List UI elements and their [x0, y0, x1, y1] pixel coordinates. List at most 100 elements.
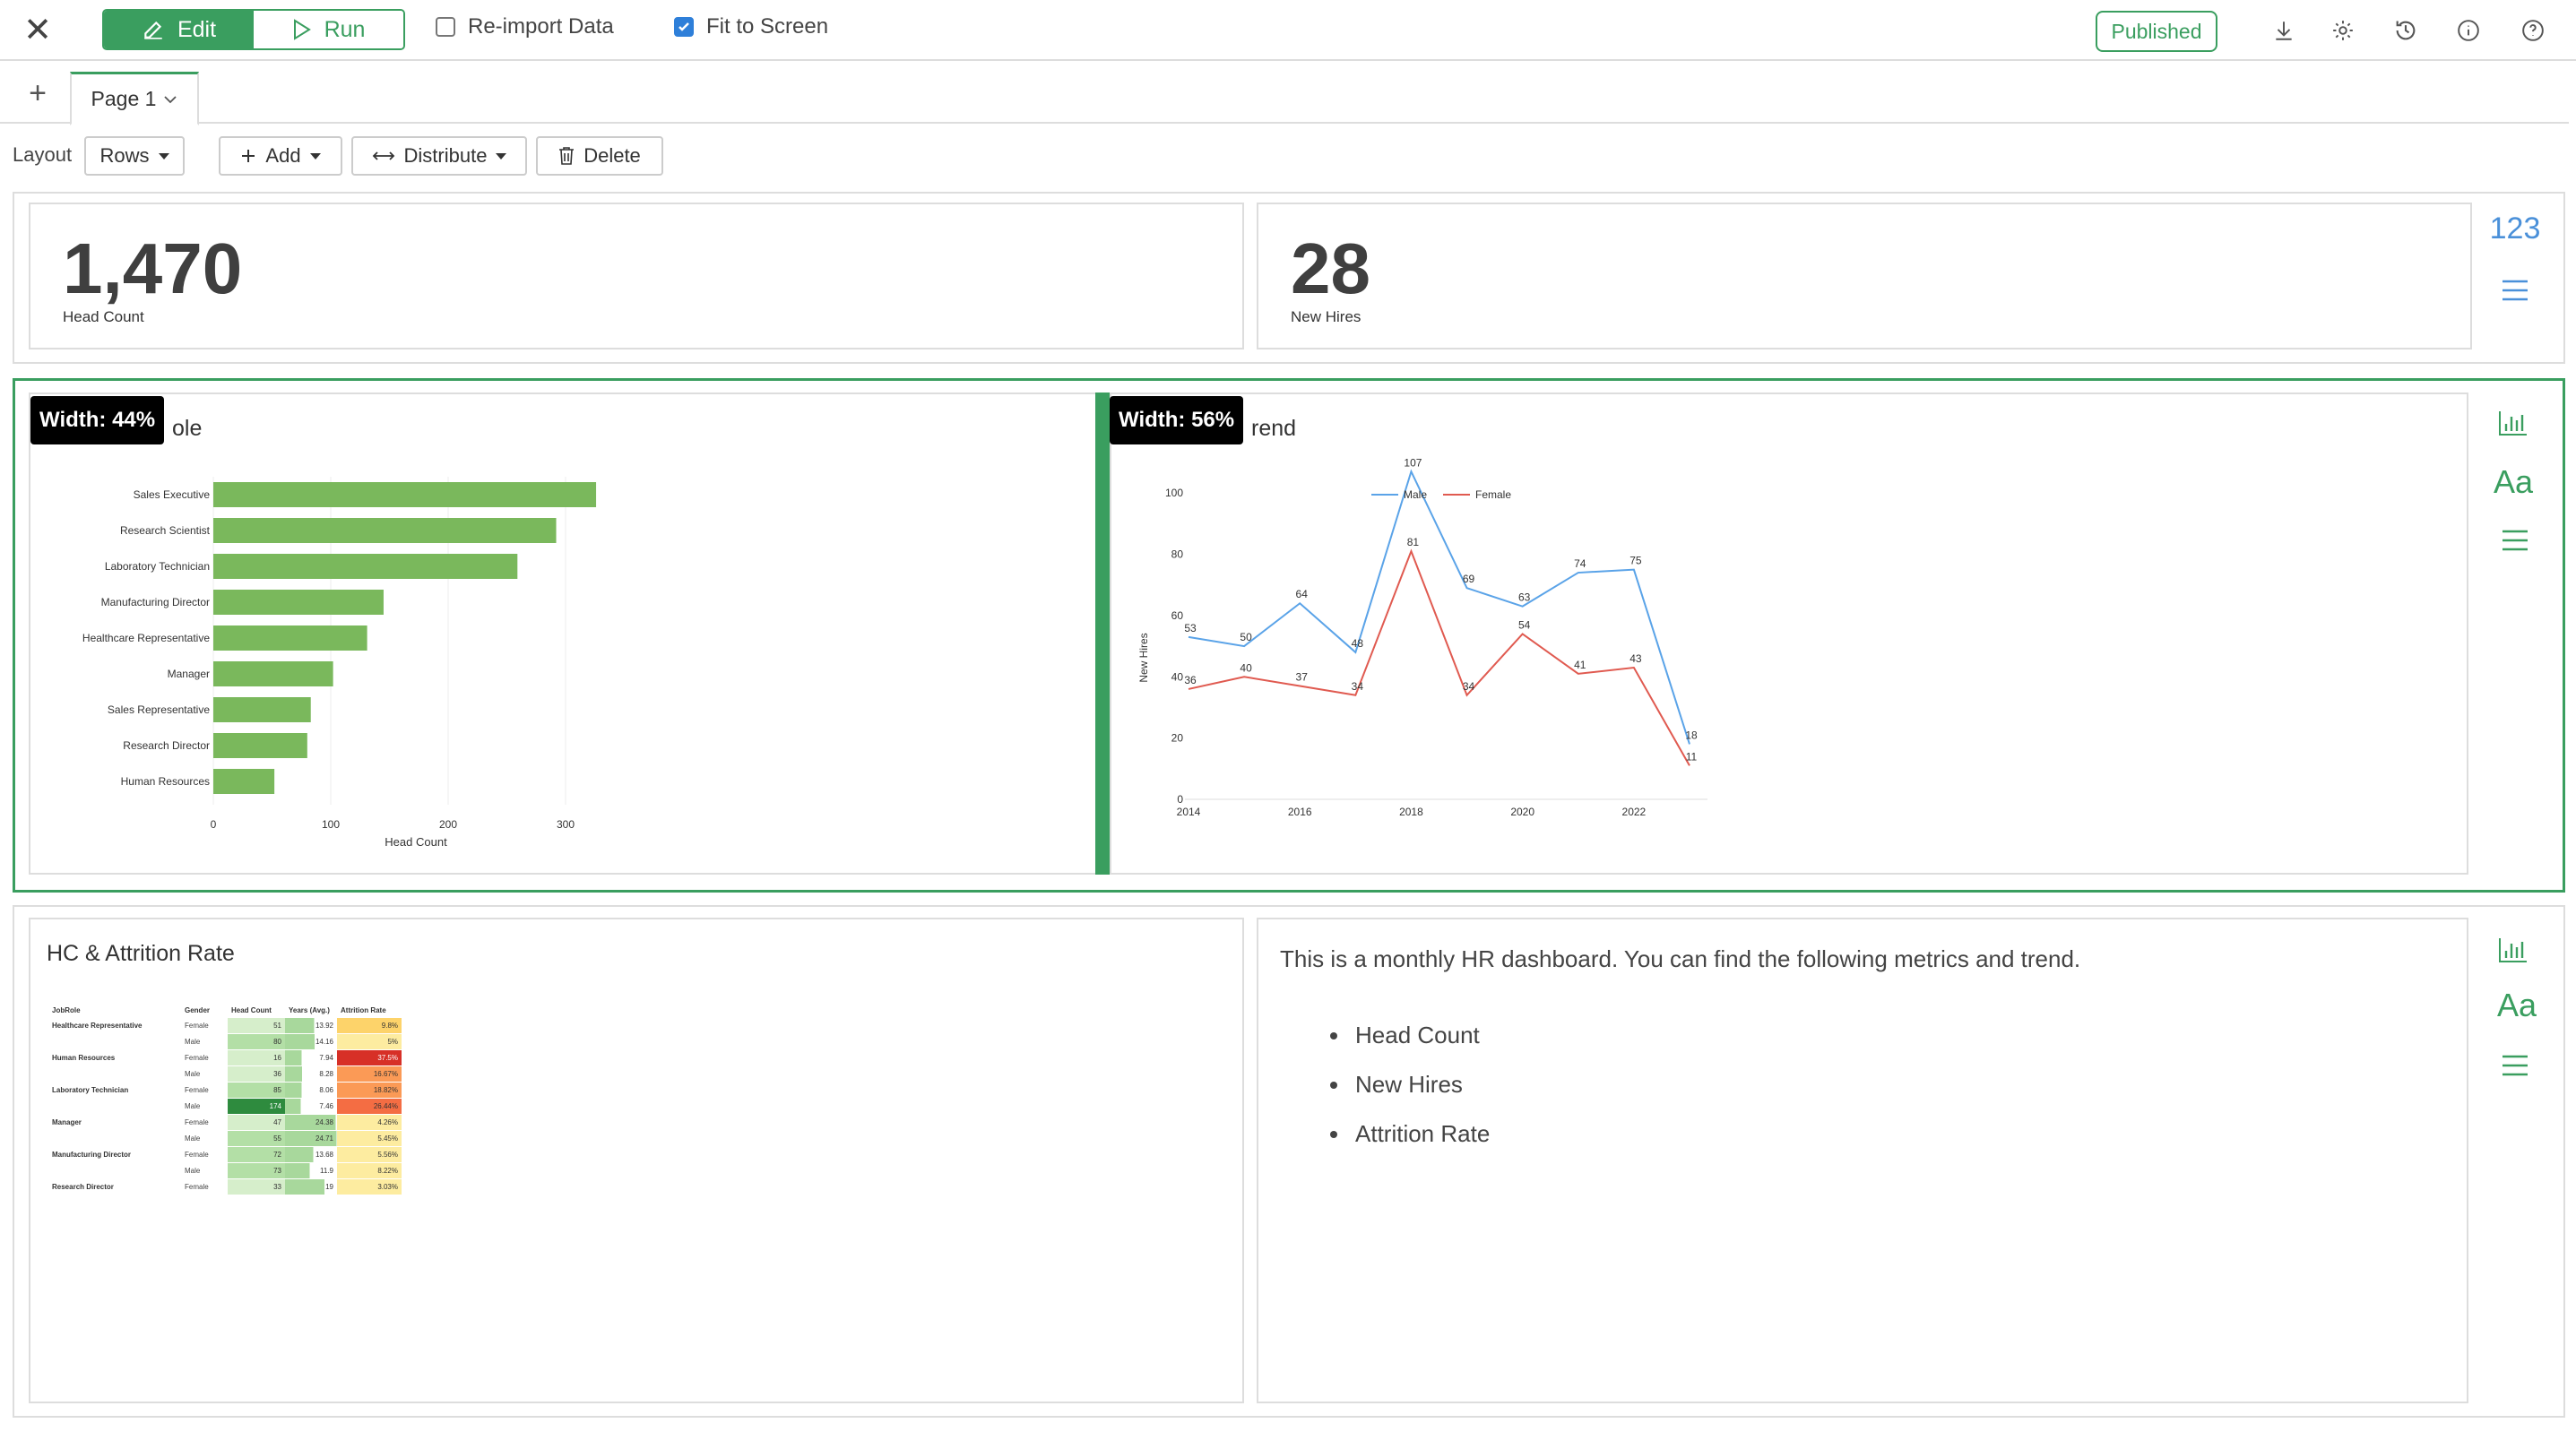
help-icon[interactable] [2517, 14, 2549, 47]
description-panel[interactable] [1257, 918, 2468, 1403]
distribute-button[interactable]: Distribute [351, 136, 527, 176]
bar [213, 554, 518, 579]
reimport-label: Re-import Data [468, 14, 614, 39]
table-cell: Healthcare Representative [48, 1018, 181, 1034]
reimport-data-checkbox[interactable]: Re-import Data [436, 14, 614, 39]
data-label: 18 [1685, 729, 1698, 741]
text-style-icon[interactable]: Aa [2492, 984, 2542, 1027]
delete-label: Delete [583, 144, 641, 167]
published-button[interactable]: Published [2096, 11, 2217, 52]
table-header-cell: Head Count [231, 1005, 272, 1014]
table-cell: Female [181, 1146, 228, 1163]
table-cell: Manager [48, 1114, 181, 1131]
table-cell: 85 [228, 1082, 285, 1099]
table-header-cell: Attrition Rate [341, 1005, 386, 1014]
tab-page-1[interactable]: Page 1 [70, 72, 199, 125]
series-line [1188, 548, 1690, 766]
data-label: 34 [1352, 680, 1364, 693]
kpi-value: 28 [1291, 229, 1370, 308]
close-icon: ✕ [23, 12, 52, 49]
table-row: Male 73 11.9 8.22% [48, 1162, 402, 1179]
download-icon[interactable] [2268, 14, 2300, 47]
table-row: Research Director Female 33 19 3.03% [48, 1178, 402, 1195]
table-cell: Human Resources [48, 1049, 181, 1066]
caret-down-icon [309, 152, 321, 160]
y-category-label: Research Director [123, 739, 210, 752]
layout-select[interactable]: Rows [84, 136, 185, 176]
data-label: 81 [1407, 536, 1420, 548]
y-category-label: Sales Representative [108, 703, 210, 716]
add-page-button[interactable]: + [22, 77, 54, 109]
table-cell: 8.28 [285, 1065, 337, 1083]
line-chart: 0 20 40 60 80 100 2014 2016 2018 2020 2022 New Hire… [1137, 456, 1707, 818]
menu-icon[interactable] [2497, 525, 2533, 556]
data-label: 69 [1463, 573, 1475, 585]
delete-button[interactable]: Delete [536, 136, 663, 176]
checkbox-box-checked[interactable] [674, 17, 694, 37]
bar-chart-panel[interactable]: ole 0 100 200 300 Sales Executive Research Sc… [29, 393, 1101, 875]
chevron-down-icon [164, 95, 177, 103]
table-cell: 19 [285, 1178, 337, 1195]
kpi-panel-head-count[interactable]: 1,470 Head Count [29, 203, 1244, 349]
x-tick-label: 2020 [1510, 806, 1534, 818]
data-label: 40 [1240, 661, 1252, 674]
table-cell: Male [181, 1098, 228, 1115]
kpi-label: New Hires [1291, 308, 1361, 325]
table-cell: 47 [228, 1114, 285, 1131]
table-cell: Research Director [48, 1178, 181, 1195]
table-cell: Male [181, 1033, 228, 1050]
legend-label: Female [1475, 488, 1511, 501]
table-cell: Male [181, 1162, 228, 1179]
table-row: Manufacturing Director Female 72 13.68 5.56% [48, 1146, 402, 1163]
table-cell: 9.8% [337, 1018, 402, 1034]
table-header-cell: JobRole [52, 1005, 81, 1014]
list-item-text: Attrition Rate [1355, 1120, 1491, 1147]
pivot-table: JobRole Gender Head Count Years (Avg.) Attri… [48, 1002, 402, 1195]
line-chart-panel[interactable]: rend 0 20 40 60 80 100 2014 2016 2018 2020 2022 New… [1110, 393, 2468, 875]
mode-toggle: Edit Run [102, 9, 405, 50]
chart-type-icon[interactable] [2495, 932, 2531, 968]
info-icon[interactable] [2452, 14, 2485, 47]
table-cell: 37.5% [337, 1049, 402, 1066]
y-category-label: Research Scientist [120, 524, 211, 537]
table-row: Male 80 14.16 5% [48, 1033, 402, 1050]
menu-icon[interactable] [2497, 274, 2533, 306]
checkbox-box[interactable] [436, 17, 455, 37]
history-icon[interactable] [2390, 14, 2422, 47]
table-cell [48, 1162, 181, 1179]
table-cell: 8.22% [337, 1162, 402, 1179]
x-axis-title: Head Count [385, 835, 447, 849]
table-cell: Female [181, 1049, 228, 1066]
bar [213, 482, 597, 507]
table-cell: 33 [228, 1178, 285, 1195]
list-item-text: Head Count [1355, 1022, 1480, 1048]
y-category-label: Manufacturing Director [101, 596, 210, 608]
fit-to-screen-checkbox[interactable]: Fit to Screen [674, 14, 828, 39]
table-row: Male 174 7.46 26.44% [48, 1098, 402, 1115]
x-tick-label: 2016 [1288, 806, 1312, 818]
data-label: 11 [1686, 750, 1698, 763]
bar [213, 625, 367, 651]
edit-button[interactable]: Edit [104, 11, 254, 48]
layout-value: Rows [99, 144, 150, 167]
page-tabs-bar [0, 61, 2569, 124]
list-item: New Hires [1330, 1071, 1463, 1099]
text-style-icon[interactable]: Aa [2488, 461, 2538, 504]
chart-type-icon[interactable] [2495, 405, 2531, 441]
resize-handle[interactable] [1095, 393, 1110, 875]
number-widget-icon[interactable]: 123 [2486, 211, 2544, 246]
run-button[interactable]: Run [254, 11, 403, 48]
bar [213, 661, 333, 686]
table-cell: 7.94 [285, 1049, 337, 1066]
plus-icon [242, 150, 255, 162]
y-tick-label: 40 [1171, 670, 1184, 683]
table-cell: 24.38 [285, 1114, 337, 1131]
close-button[interactable]: ✕ [20, 13, 56, 48]
fit-to-screen-label: Fit to Screen [706, 14, 829, 39]
gear-icon[interactable] [2327, 14, 2359, 47]
table-cell: 16 [228, 1049, 285, 1066]
menu-icon[interactable] [2497, 1050, 2533, 1081]
add-button[interactable]: Add [219, 136, 342, 176]
kpi-panel-new-hires[interactable]: 28 New Hires [1257, 203, 2472, 349]
table-cell: Male [181, 1065, 228, 1083]
